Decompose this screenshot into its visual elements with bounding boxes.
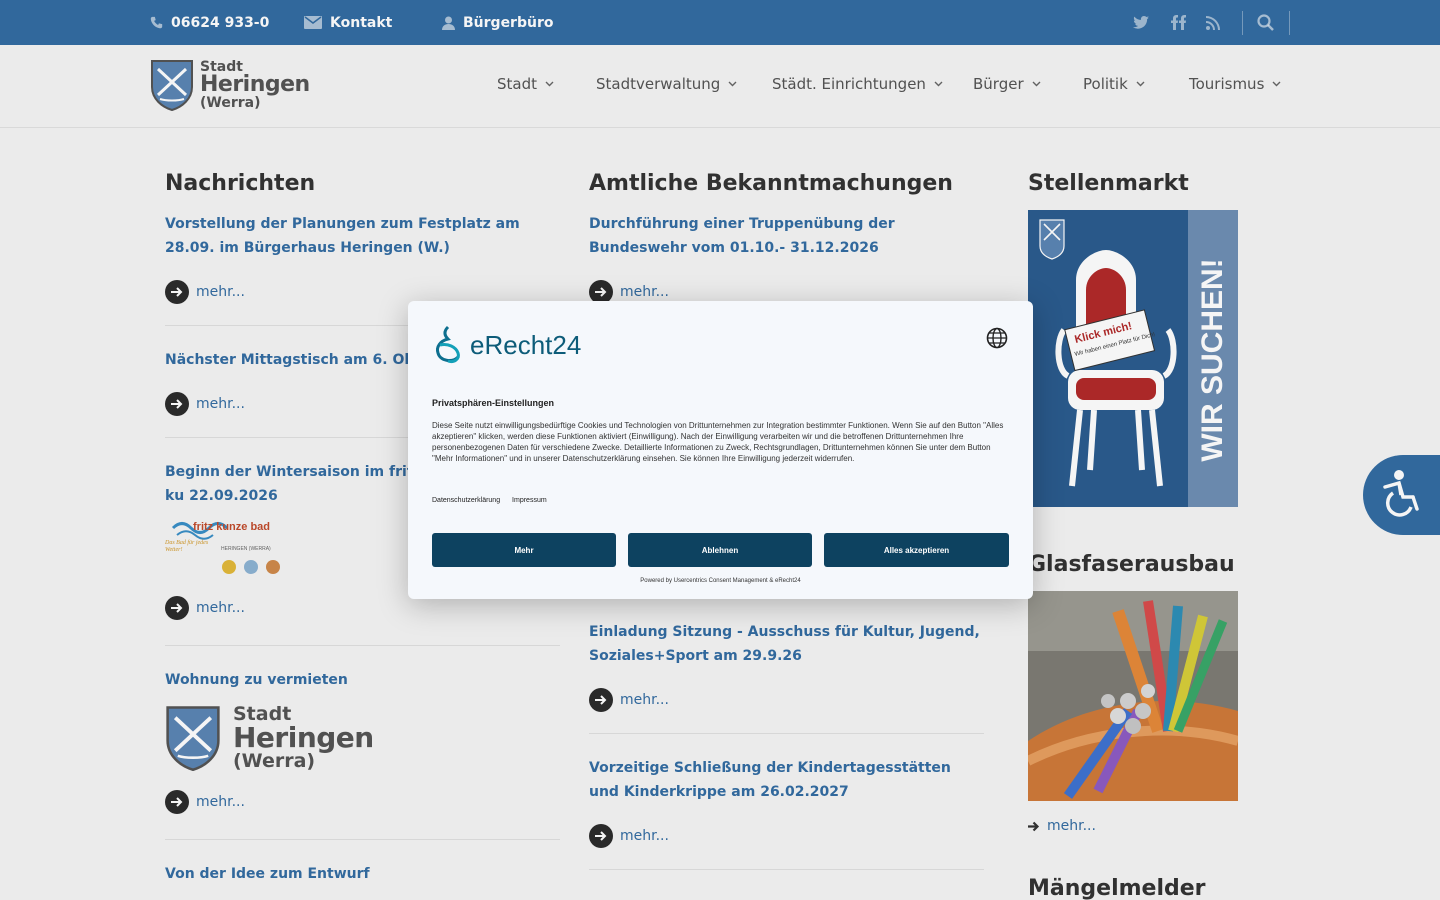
decline-button[interactable]: Ablehnen [628,533,812,567]
privacy-link[interactable]: Datenschutzerklärung [432,497,500,504]
consent-text: Diese Seite nutzt einwilligungsbedürftig… [432,421,1004,463]
erecht24-logo: eRecht24 [432,325,581,365]
brand-name: eRecht24 [470,329,582,360]
erecht24-logo-icon [436,325,460,363]
powered-by-text: Powered by Usercentrics Consent Manageme… [640,578,801,584]
consent-dialog: eRecht24 Privatsphären-Einstellungen Die… [408,301,1033,599]
language-button[interactable] [986,327,1008,353]
accept-all-button[interactable]: Alles akzeptieren [824,533,1009,567]
consent-title: Privatsphären-Einstellungen [432,398,555,408]
imprint-link[interactable]: Impressum [512,497,547,504]
globe-icon [986,327,1008,349]
consent-links: Datenschutzerklärung Impressum [432,497,557,504]
more-button[interactable]: Mehr [432,533,616,567]
